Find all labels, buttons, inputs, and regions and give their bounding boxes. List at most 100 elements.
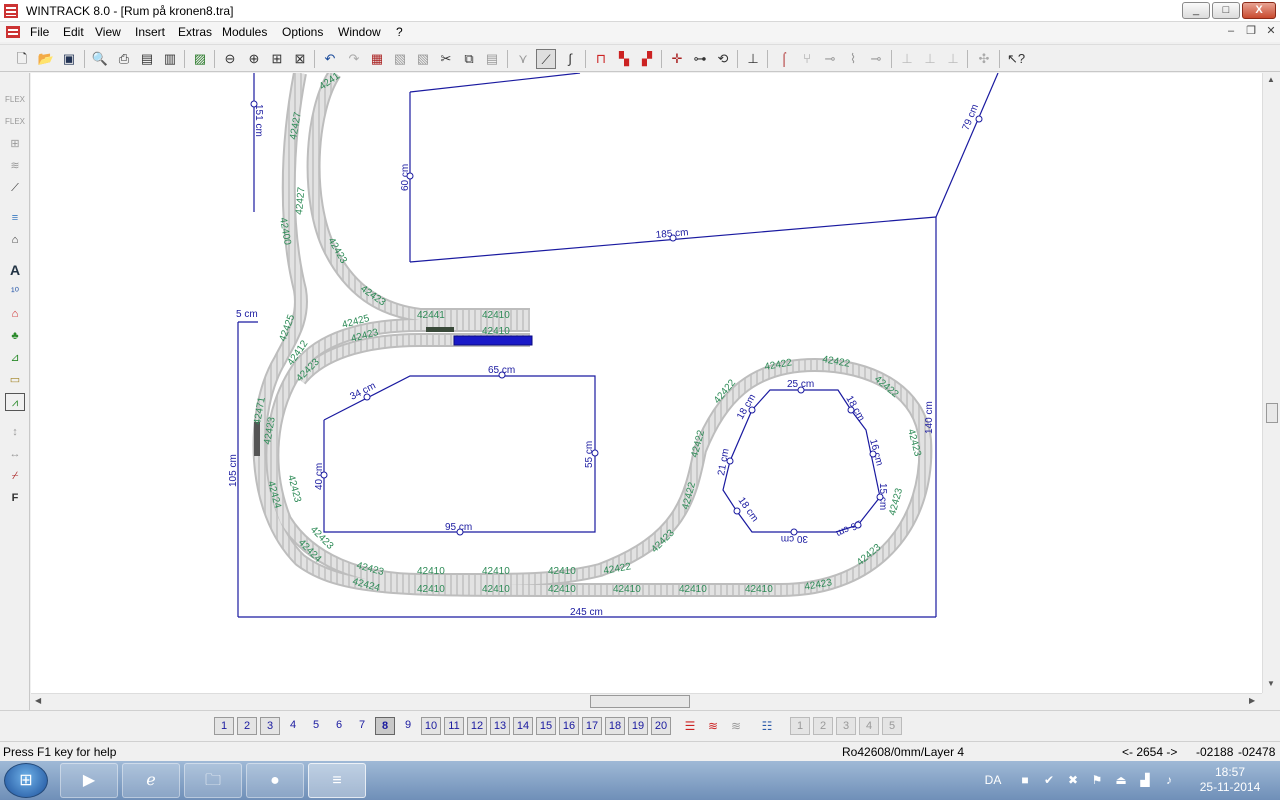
nvidia-tray-icon[interactable]: ■ xyxy=(1016,771,1034,789)
copy-icon[interactable]: ⧉ xyxy=(459,49,479,69)
connect-icon[interactable]: ⊶ xyxy=(690,49,710,69)
insert-text-icon[interactable]: A xyxy=(5,261,25,279)
image-icon[interactable]: ▨ xyxy=(190,49,210,69)
action-center-tray-icon[interactable]: ⚑ xyxy=(1088,771,1106,789)
dimension-vertical-icon[interactable]: ↕ xyxy=(5,423,25,441)
menu-view[interactable]: View xyxy=(91,24,125,40)
layer-6-button[interactable]: 6 xyxy=(329,717,349,735)
scroll-left-arrow-icon[interactable]: ◀ xyxy=(35,696,41,705)
uncoupler-piece[interactable] xyxy=(426,327,454,332)
connector-tool-icon[interactable]: ⊸ xyxy=(866,49,886,69)
selected-track-piece[interactable] xyxy=(453,335,533,346)
language-indicator[interactable]: DA xyxy=(984,771,1002,789)
grade-tool-icon[interactable]: ⊥ xyxy=(920,49,940,69)
terrain-icon[interactable]: ▭ xyxy=(5,371,25,389)
save-icon[interactable]: ▣ xyxy=(59,49,79,69)
menu-modules[interactable]: Modules xyxy=(218,24,271,40)
track-switch-icon[interactable]: ⋎ xyxy=(513,49,533,69)
curve-tool-icon[interactable]: ⌇ xyxy=(843,49,863,69)
switch-tool-icon[interactable]: ⑂ xyxy=(797,49,817,69)
vertical-scrollbar[interactable]: ▲ ▼ xyxy=(1262,73,1280,693)
minimize-button[interactable]: _ xyxy=(1182,2,1210,19)
taskbar-clock[interactable]: 18:57 25-11-2014 xyxy=(1192,765,1268,795)
menu-edit[interactable]: Edit xyxy=(59,24,88,40)
cut-icon[interactable]: ✂ xyxy=(436,49,456,69)
layer-4-button[interactable]: 4 xyxy=(283,717,303,735)
document-icon[interactable] xyxy=(5,25,21,39)
height-tool-icon[interactable]: ⊥ xyxy=(897,49,917,69)
layer-7-button[interactable]: 7 xyxy=(352,717,372,735)
wintrack-taskbar-icon[interactable]: ≡ xyxy=(308,763,366,798)
layer-5-button[interactable]: 5 xyxy=(306,717,326,735)
track-flex-icon[interactable]: ∫ xyxy=(560,49,580,69)
zoom-out-icon[interactable]: ⊖ xyxy=(220,49,240,69)
properties-icon[interactable]: ▦ xyxy=(367,49,387,69)
parts-list-icon[interactable]: ▥ xyxy=(160,49,180,69)
menu-extras[interactable]: Extras xyxy=(174,24,216,40)
open-folder-icon[interactable]: 📂 xyxy=(36,49,56,69)
building-icon[interactable]: ⌂ xyxy=(5,305,25,323)
scroll-right-arrow-icon[interactable]: ▶ xyxy=(1249,696,1255,705)
layer-19-button[interactable]: 19 xyxy=(628,717,648,735)
gradient-icon[interactable]: ≋ xyxy=(5,157,25,175)
wall-icon[interactable]: ⊿ xyxy=(5,349,25,367)
print-icon[interactable]: ⎙ xyxy=(114,49,134,69)
layer-3-button[interactable]: 3 xyxy=(260,717,280,735)
layer-14-button[interactable]: 14 xyxy=(513,717,533,735)
layer-12-button[interactable]: 12 xyxy=(467,717,487,735)
paste-disabled-icon[interactable]: ▧ xyxy=(413,49,433,69)
layer-9-button[interactable]: 9 xyxy=(398,717,418,735)
insert-point-icon[interactable]: ⊥ xyxy=(743,49,763,69)
start-button-icon[interactable]: ⊞ xyxy=(4,763,48,798)
print-preview-icon[interactable]: 🔍 xyxy=(90,49,110,69)
drawing-canvas[interactable]: 151 cm 60 cm 185 cm 79 cm 5 cm 105 cm 34… xyxy=(31,73,1262,693)
maximize-button[interactable]: □ xyxy=(1212,2,1240,19)
straight-tool-icon[interactable]: ⊸ xyxy=(820,49,840,69)
tree-icon[interactable]: ♣ xyxy=(5,327,25,345)
layers-disabled-icon[interactable]: ≋ xyxy=(726,717,746,735)
layer-8-button[interactable]: 8 xyxy=(375,717,395,735)
station-icon[interactable]: ⌂ xyxy=(5,231,25,249)
module-icon[interactable]: ⊓ xyxy=(591,49,611,69)
vertical-scroll-thumb[interactable] xyxy=(1266,403,1278,423)
copy-disabled-icon[interactable]: ▧ xyxy=(390,49,410,69)
scroll-down-arrow-icon[interactable]: ▼ xyxy=(1267,679,1275,688)
dimension-horizontal-icon[interactable]: ↔ xyxy=(5,445,25,463)
layer-11-button[interactable]: 11 xyxy=(444,717,464,735)
text-line-icon[interactable]: ≡ xyxy=(5,209,25,227)
layers-hide-icon[interactable]: ≋ xyxy=(703,717,723,735)
move-icon[interactable]: ✛ xyxy=(667,49,687,69)
media-player-icon[interactable]: ▶ xyxy=(60,763,118,798)
mdi-restore-button[interactable]: ❐ xyxy=(1242,25,1260,40)
bridge-icon[interactable]: ⟋ xyxy=(5,179,25,197)
menu-options[interactable]: Options xyxy=(278,24,327,40)
wiring-icon[interactable]: ⌿ xyxy=(5,467,25,485)
zoom-in-icon[interactable]: ⊕ xyxy=(244,49,264,69)
buffer-piece[interactable] xyxy=(254,422,260,456)
snap-tool-icon[interactable]: ✣ xyxy=(974,49,994,69)
mdi-minimize-button[interactable]: – xyxy=(1222,25,1240,40)
flex-curve-icon[interactable]: FLEX xyxy=(5,113,25,131)
layers-stack-icon[interactable]: ☰ xyxy=(680,717,700,735)
file-explorer-icon[interactable]: 🗀 xyxy=(184,763,242,798)
module-3-button[interactable]: 3 xyxy=(836,717,856,735)
internet-explorer-icon[interactable]: ℯ xyxy=(122,763,180,798)
layer-18-button[interactable]: 18 xyxy=(605,717,625,735)
menu-insert[interactable]: Insert xyxy=(131,24,169,40)
module-5-button[interactable]: 5 xyxy=(882,717,902,735)
module-4-button[interactable]: 4 xyxy=(859,717,879,735)
font-icon[interactable]: F xyxy=(5,489,25,507)
layer-13-button[interactable]: 13 xyxy=(490,717,510,735)
layers-manager-icon[interactable]: ☷ xyxy=(757,717,777,735)
network-error-tray-icon[interactable]: ✖ xyxy=(1064,771,1082,789)
rotate-180-icon[interactable]: ⟲ xyxy=(713,49,733,69)
landscape-icon[interactable]: ⩘ xyxy=(5,393,25,411)
volume-tray-icon[interactable]: ♪ xyxy=(1160,771,1178,789)
new-file-icon[interactable]: 🗋 xyxy=(12,49,32,69)
undo-icon[interactable]: ↶ xyxy=(320,49,340,69)
flex-icon[interactable]: FLEX xyxy=(5,91,25,109)
firefox-icon[interactable]: ● xyxy=(246,763,304,798)
flex-track-tool-icon[interactable]: ⌠ xyxy=(774,49,794,69)
menu-help[interactable]: ? xyxy=(392,24,407,40)
horizontal-scrollbar[interactable]: ◀ ▶ xyxy=(31,693,1262,709)
